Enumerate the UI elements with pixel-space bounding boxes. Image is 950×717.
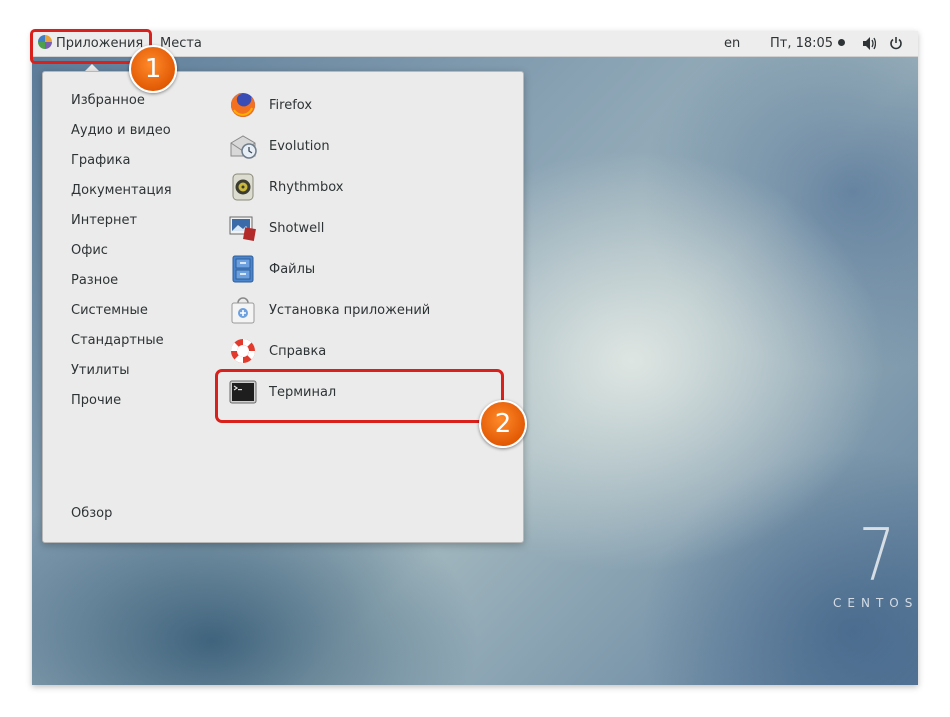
app-label: Файлы — [269, 262, 316, 277]
app-shotwell[interactable]: Shotwell — [223, 212, 493, 246]
help-icon — [228, 336, 258, 366]
app-label: Rhythmbox — [269, 180, 344, 195]
category-other[interactable]: Прочие — [71, 390, 121, 412]
category-favorites[interactable]: Избранное — [71, 90, 145, 112]
centos-version-logo: 7 — [858, 513, 896, 597]
applications-menu: Избранное Аудио и видео Графика Документ… — [42, 71, 524, 543]
category-audio-video[interactable]: Аудио и видео — [71, 120, 171, 142]
app-files[interactable]: Файлы — [223, 253, 493, 287]
category-internet[interactable]: Интернет — [71, 210, 137, 232]
app-evolution[interactable]: Evolution — [223, 130, 493, 164]
category-utilities[interactable]: Утилиты — [71, 360, 130, 382]
app-firefox[interactable]: Firefox — [223, 89, 493, 123]
language-indicator[interactable]: en — [724, 31, 740, 56]
category-documentation[interactable]: Документация — [71, 180, 172, 202]
step-badge-1: 1 — [129, 45, 177, 93]
files-icon — [228, 254, 258, 284]
clock[interactable]: Пт, 18:05 — [770, 31, 846, 56]
power-icon[interactable] — [889, 31, 903, 56]
centos-wordmark: CENTOS — [833, 596, 918, 610]
app-help[interactable]: Справка — [223, 335, 493, 369]
software-install-icon — [228, 295, 258, 325]
overview-button[interactable]: Обзор — [71, 503, 112, 525]
category-system[interactable]: Системные — [71, 300, 148, 322]
rhythmbox-icon — [228, 172, 258, 202]
app-label: Shotwell — [269, 221, 325, 236]
app-label: Установка приложений — [269, 303, 431, 318]
app-software-install[interactable]: Установка приложений — [223, 294, 493, 328]
clock-label: Пт, 18:05 — [770, 36, 834, 51]
shotwell-icon — [228, 213, 258, 243]
app-label: Firefox — [269, 98, 313, 113]
app-label: Evolution — [269, 139, 330, 154]
category-accessories[interactable]: Стандартные — [71, 330, 164, 352]
app-rhythmbox[interactable]: Rhythmbox — [223, 171, 493, 205]
desktop: Приложения Места en Пт, 18:05 Избранное … — [32, 31, 918, 685]
notification-dot-icon — [838, 39, 846, 46]
step-badge-2: 2 — [479, 400, 527, 448]
app-label: Справка — [269, 344, 327, 359]
speaker-icon[interactable] — [862, 31, 877, 56]
highlight-terminal — [215, 369, 504, 423]
evolution-icon — [228, 131, 258, 161]
category-sundry[interactable]: Разное — [71, 270, 118, 292]
firefox-icon — [228, 90, 258, 120]
category-office[interactable]: Офис — [71, 240, 108, 262]
category-graphics[interactable]: Графика — [71, 150, 131, 172]
